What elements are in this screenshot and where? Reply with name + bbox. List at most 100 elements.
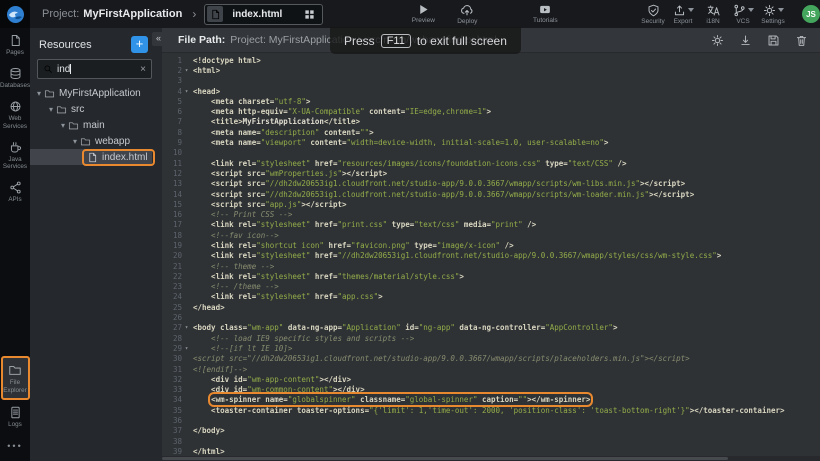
code-line-34[interactable]: 34 <wm-spinner name="globalspinner" clas… (162, 395, 820, 405)
code-line-26[interactable]: 26 (162, 312, 820, 322)
code-line-29[interactable]: 29▾ <!--[if lt IE 10]> (162, 343, 820, 353)
settings-button[interactable]: Settings (758, 3, 788, 25)
code-line-19[interactable]: 19 <link rel="shortcut icon" href="favic… (162, 240, 820, 250)
add-resource-button[interactable]: + (131, 36, 148, 53)
tree-item-main[interactable]: ▾main (30, 117, 152, 133)
fold-marker-icon[interactable]: ▾ (182, 345, 191, 352)
tab-file-name: index.html (232, 9, 282, 20)
code-text: <link rel="stylesheet" href="//dh2dw2065… (191, 251, 721, 260)
i18n-button[interactable]: i18N (698, 3, 728, 25)
vcs-button[interactable]: VCS (728, 3, 758, 25)
line-number: 24 (162, 292, 182, 301)
expand-arrow-icon[interactable]: ▾ (58, 121, 68, 130)
scrollbar-thumb[interactable] (162, 457, 728, 460)
preview-button[interactable]: Preview (401, 3, 445, 25)
code-line-21[interactable]: 21 <!-- theme --> (162, 261, 820, 271)
code-line-37[interactable]: 37</body> (162, 426, 820, 436)
code-line-8[interactable]: 8 <meta name="description" content=""> (162, 127, 820, 137)
code-line-7[interactable]: 7 <title>MyFirstApplication</title> (162, 117, 820, 127)
save-button[interactable] (767, 34, 780, 47)
tree-item-webapp[interactable]: ▾webapp (30, 133, 152, 149)
code-line-4[interactable]: 4▾<head> (162, 86, 820, 96)
collapse-panel-button[interactable]: « (152, 32, 165, 46)
top-bar: Project:MyFirstApplication › index.html … (0, 0, 820, 28)
code-line-30[interactable]: 30<script src="//dh2dw20653ig1.cloudfron… (162, 354, 820, 364)
tree-item-src[interactable]: ▾src (30, 101, 152, 117)
sidebar-item-web-services[interactable]: Web Services (0, 94, 30, 134)
close-icon[interactable]: × (140, 64, 146, 75)
code-line-1[interactable]: 1<!doctype html> (162, 55, 820, 65)
tree-item-label: MyFirstApplication (59, 88, 141, 99)
code-line-23[interactable]: 23 <!-- /theme --> (162, 282, 820, 292)
search-input[interactable]: ind × (37, 59, 152, 79)
sidebar-item-file-explorer[interactable]: File Explorer (1, 356, 30, 399)
code-line-6[interactable]: 6 <meta http-equiv="X-UA-Compatible" con… (162, 106, 820, 116)
code-text: <!-- /theme --> (191, 282, 279, 291)
code-line-2[interactable]: 2▾<html> (162, 65, 820, 75)
code-line-33[interactable]: 33 <div id="wm-common-content"></div> (162, 385, 820, 395)
sidebar-item-apis[interactable]: APIs (0, 175, 30, 208)
sidebar-item-pages[interactable]: Pages (0, 28, 30, 61)
export-button[interactable]: Export (668, 3, 698, 25)
line-number: 5 (162, 97, 182, 106)
code-line-38[interactable]: 38 (162, 436, 820, 446)
code-line-11[interactable]: 11 <link rel="stylesheet" href="resource… (162, 158, 820, 168)
folder-icon (56, 104, 67, 115)
code-line-15[interactable]: 15 <script src="app.js"></script> (162, 199, 820, 209)
security-button[interactable]: Security (638, 3, 668, 25)
code-line-32[interactable]: 32 <div id="wm-app-content"></div> (162, 374, 820, 384)
download-button[interactable] (739, 34, 752, 47)
sidebar-item-logs[interactable]: Logs (0, 400, 30, 433)
more-options-button[interactable]: ••• (7, 433, 22, 461)
cloud-upload-icon (460, 3, 474, 17)
code-line-36[interactable]: 36 (162, 415, 820, 425)
code-line-27[interactable]: 27▾<body class="wm-app" data-ng-app="App… (162, 323, 820, 333)
code-line-31[interactable]: 31<![endif]--> (162, 364, 820, 374)
code-line-12[interactable]: 12 <script src="wmProperties.js"></scrip… (162, 168, 820, 178)
project-name: MyFirstApplication (83, 8, 182, 20)
fold-marker-icon[interactable]: ▾ (182, 67, 191, 74)
code-text: <!-- Print CSS --> (191, 210, 292, 219)
code-line-10[interactable]: 10 (162, 148, 820, 158)
app-logo[interactable] (0, 0, 30, 28)
code-line-9[interactable]: 9 <meta name="viewport" content="width=d… (162, 137, 820, 147)
grid-icon[interactable] (304, 9, 315, 20)
delete-button[interactable] (795, 34, 808, 47)
editor-settings-button[interactable] (711, 34, 724, 47)
search-value: ind (57, 64, 140, 75)
code-line-18[interactable]: 18 <!--fav icon--> (162, 230, 820, 240)
code-text: <wm-spinner name="globalspinner" classna… (191, 395, 590, 404)
line-number: 8 (162, 128, 182, 137)
line-number: 25 (162, 303, 182, 312)
notice-suffix: to exit full screen (417, 34, 507, 48)
horizontal-scrollbar[interactable] (162, 456, 820, 461)
tree-item-myfirstapplication[interactable]: ▾ MyFirstApplication (30, 85, 152, 101)
sidebar-item-java-services[interactable]: Java Services (0, 135, 30, 175)
sidebar-item-databases[interactable]: Databases (0, 61, 30, 94)
code-line-16[interactable]: 16 <!-- Print CSS --> (162, 209, 820, 219)
code-line-3[interactable]: 3 (162, 76, 820, 86)
code-line-22[interactable]: 22 <link rel="stylesheet" href="themes/m… (162, 271, 820, 281)
code-line-20[interactable]: 20 <link rel="stylesheet" href="//dh2dw2… (162, 251, 820, 261)
fold-marker-icon[interactable]: ▾ (182, 324, 191, 331)
code-line-25[interactable]: 25</head> (162, 302, 820, 312)
code-line-17[interactable]: 17 <link rel="stylesheet" href="print.cs… (162, 220, 820, 230)
user-avatar[interactable]: JS (802, 5, 820, 23)
expand-arrow-icon[interactable]: ▾ (46, 105, 56, 114)
code-line-28[interactable]: 28 <!-- load IE9 specific styles and scr… (162, 333, 820, 343)
expand-arrow-icon[interactable]: ▾ (34, 89, 44, 98)
code-line-14[interactable]: 14 <script src="//dh2dw20653ig1.cloudfro… (162, 189, 820, 199)
sidebar-item-label: Logs (0, 421, 30, 428)
deploy-button[interactable]: Deploy (445, 3, 489, 25)
expand-arrow-icon[interactable]: ▾ (70, 137, 80, 146)
code-text: <![endif]--> (191, 365, 247, 374)
open-file-tab[interactable]: index.html (204, 4, 323, 25)
code-line-24[interactable]: 24 <link rel="stylesheet" href="app.css"… (162, 292, 820, 302)
code-line-35[interactable]: 35 <toaster-container toaster-options="{… (162, 405, 820, 415)
tree-item-index-html[interactable]: index.html (30, 149, 152, 165)
tutorials-button[interactable]: Tutorials (523, 3, 567, 25)
code-line-13[interactable]: 13 <script src="//dh2dw20653ig1.cloudfro… (162, 179, 820, 189)
code-line-5[interactable]: 5 <meta charset="utf-8"> (162, 96, 820, 106)
fold-marker-icon[interactable]: ▾ (182, 88, 191, 95)
code-area[interactable]: 1<!doctype html>2▾<html>34▾<head>5 <meta… (162, 53, 820, 461)
